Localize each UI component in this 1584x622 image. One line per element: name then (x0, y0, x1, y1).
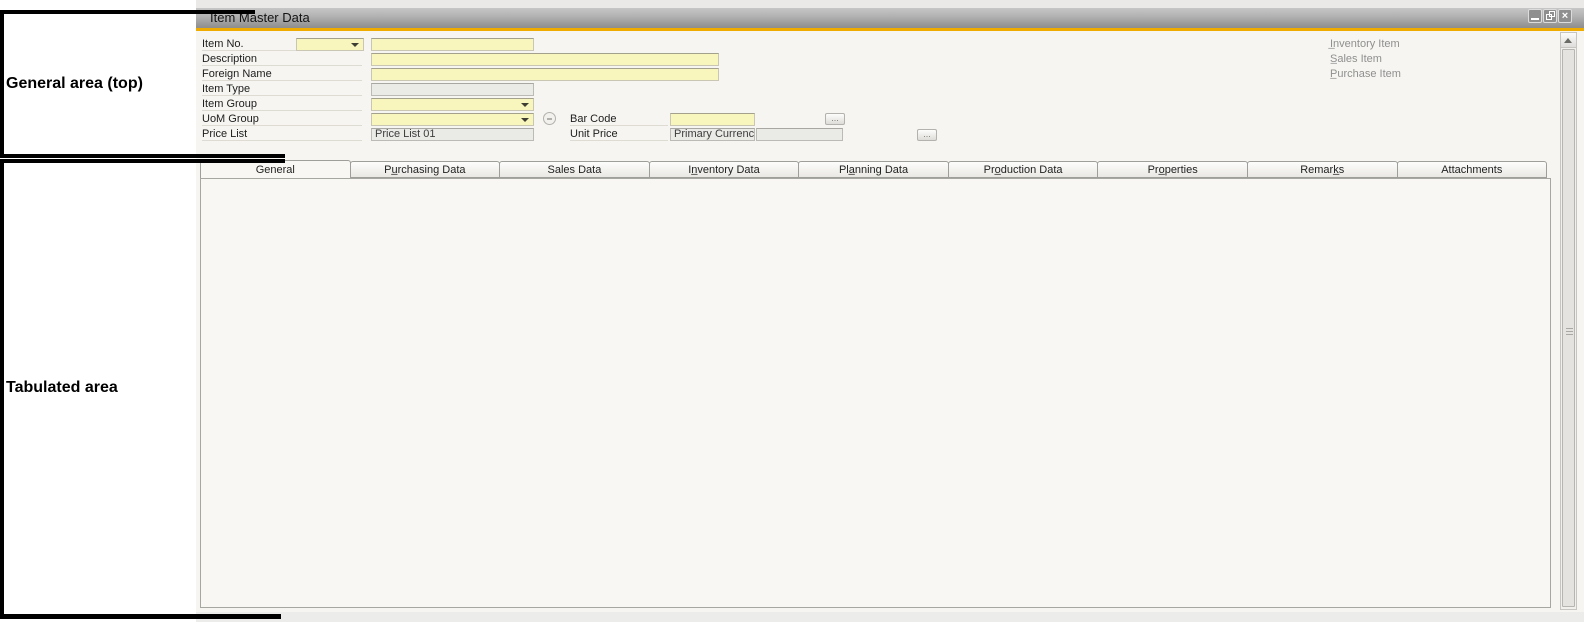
sales-item-flag[interactable]: S̲ales Item (1330, 53, 1382, 65)
foreign-name-label: Foreign Name (202, 68, 362, 81)
item-no-input[interactable] (371, 38, 534, 51)
tab-production-data[interactable]: Pro̲duction Data (948, 161, 1099, 178)
item-master-data-window: Item Master Data × Item No. Description … (196, 0, 1584, 612)
chevron-down-icon (519, 99, 532, 110)
annotation-box1-left-line (0, 10, 4, 158)
annotation-box1-bottom-line (0, 154, 285, 158)
tab-remarks[interactable]: Remark̲s (1247, 161, 1398, 178)
unit-price-browse-button[interactable]: ... (917, 129, 937, 141)
description-input[interactable] (371, 53, 719, 66)
screenshot-stage: Item Master Data × Item No. Description … (0, 0, 1584, 622)
vertical-scrollbar[interactable] (1560, 32, 1577, 610)
bar-code-browse-button[interactable]: ... (825, 113, 845, 125)
annotation-box2-bottom-line (0, 614, 281, 619)
minimize-icon (1531, 18, 1539, 20)
item-type-input (371, 83, 534, 96)
annotation-box2-top-line (0, 159, 285, 163)
item-group-label: Item Group (202, 98, 362, 111)
general-tab-panel (200, 178, 1551, 608)
tab-properties[interactable]: Pro̲perties (1097, 161, 1248, 178)
bar-code-label: Bar Code (570, 113, 668, 126)
price-list-label: Price List (202, 128, 362, 141)
tab-attachments[interactable]: Attachments (1397, 161, 1548, 178)
restore-button[interactable] (1543, 9, 1557, 23)
annotation-box2-left-line (0, 159, 4, 619)
tab-bar: General Pu̲rchasing Data Sales Data In̲v… (200, 161, 1546, 179)
uom-definition-icon[interactable] (543, 112, 556, 125)
close-button[interactable]: × (1558, 9, 1572, 23)
scrollbar-up-arrow-icon[interactable] (1561, 33, 1576, 48)
general-area-annotation: General area (top) (6, 75, 143, 93)
chevron-down-icon (519, 114, 532, 125)
unit-price-label: Unit Price (570, 128, 668, 141)
unit-price-currency-select[interactable]: Primary Currenc (670, 128, 755, 141)
scrollbar-thumb[interactable] (1562, 49, 1575, 607)
item-no-type-select[interactable] (296, 38, 364, 51)
window-top-frame (196, 0, 1584, 8)
unit-price-input (756, 128, 843, 141)
price-list-input: Price List 01 (371, 128, 534, 141)
item-group-select[interactable] (371, 98, 534, 111)
minimize-button[interactable] (1528, 9, 1542, 23)
window-titlebar[interactable]: Item Master Data (196, 8, 1584, 28)
tab-inventory-data[interactable]: In̲ventory Data (649, 161, 800, 178)
desktop-background (196, 612, 1584, 622)
uom-group-select[interactable] (371, 113, 534, 126)
scrollbar-grip (1566, 328, 1573, 335)
bar-code-input[interactable] (670, 113, 755, 126)
item-type-label: Item Type (202, 83, 362, 96)
inventory-item-flag[interactable]: I̲nventory Item (1330, 38, 1400, 50)
annotation-box1-top-line (0, 10, 255, 14)
accent-gold-line (196, 28, 1584, 31)
description-label: Description (202, 53, 362, 66)
purchase-item-flag[interactable]: P̲urchase Item (1330, 68, 1401, 80)
tab-sales-data[interactable]: Sales Data (499, 161, 650, 178)
tab-purchasing-data[interactable]: Pu̲rchasing Data (350, 161, 501, 178)
tabulated-area-annotation: Tabulated area (6, 379, 118, 397)
tab-planning-data[interactable]: Pla̲nning Data (798, 161, 949, 178)
uom-group-label: UoM Group (202, 113, 362, 126)
chevron-down-icon (349, 39, 362, 50)
foreign-name-input[interactable] (371, 68, 719, 81)
